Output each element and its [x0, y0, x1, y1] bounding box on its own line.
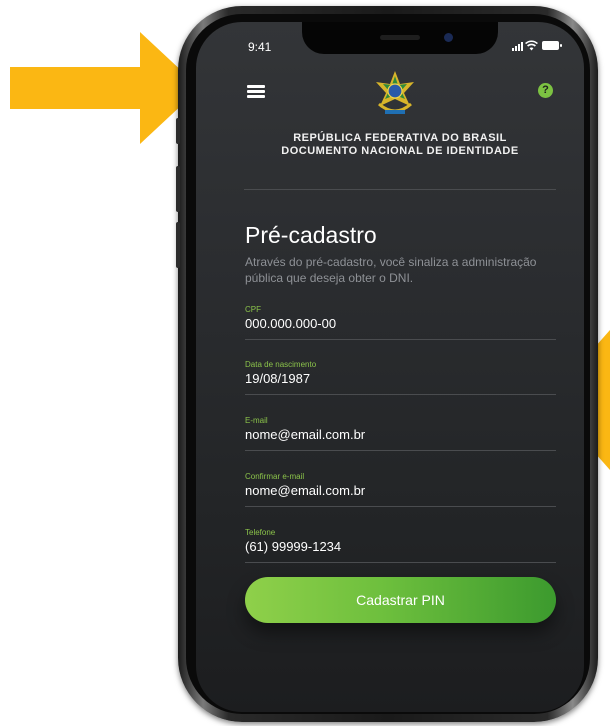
email-label: E-mail [245, 416, 268, 425]
cpf-value[interactable]: 000.000.000-00 [245, 316, 336, 331]
menu-icon[interactable] [247, 85, 265, 99]
phone-value[interactable]: (61) 99999-1234 [245, 539, 341, 554]
email-underline [245, 450, 556, 451]
annotation-arrow-right [10, 32, 200, 144]
volume-up-button [176, 166, 180, 212]
cpf-label: CPF [245, 305, 261, 314]
confirm-email-label: Confirmar e-mail [245, 472, 305, 481]
register-pin-button[interactable]: Cadastrar PIN [245, 577, 556, 623]
email-value[interactable]: nome@email.com.br [245, 427, 365, 442]
birthdate-underline [245, 394, 556, 395]
notch [302, 22, 498, 54]
coat-of-arms-icon [376, 71, 414, 114]
header-republic: REPÚBLICA FEDERATIVA DO BRASIL [293, 132, 507, 144]
speaker [380, 35, 420, 40]
birthdate-value[interactable]: 19/08/1987 [245, 371, 310, 386]
camera-icon [444, 33, 453, 42]
cpf-underline [245, 339, 556, 340]
signal-icon [512, 42, 523, 51]
header-document: DOCUMENTO NACIONAL DE IDENTIDADE [281, 145, 519, 157]
help-icon[interactable]: ? [538, 83, 553, 98]
status-time: 9:41 [248, 40, 272, 54]
page-description: Através do pré-cadastro, você sinaliza a… [245, 255, 537, 285]
confirm-email-value[interactable]: nome@email.com.br [245, 483, 365, 498]
birthdate-label: Data de nascimento [245, 360, 317, 369]
battery-icon [542, 41, 562, 50]
confirm-email-underline [245, 506, 556, 507]
wifi-icon [525, 40, 538, 51]
phone-label: Telefone [245, 528, 276, 537]
header-divider [244, 189, 556, 190]
phone-underline [245, 562, 556, 563]
page-title: Pré-cadastro [245, 222, 377, 248]
volume-down-button [176, 222, 180, 268]
